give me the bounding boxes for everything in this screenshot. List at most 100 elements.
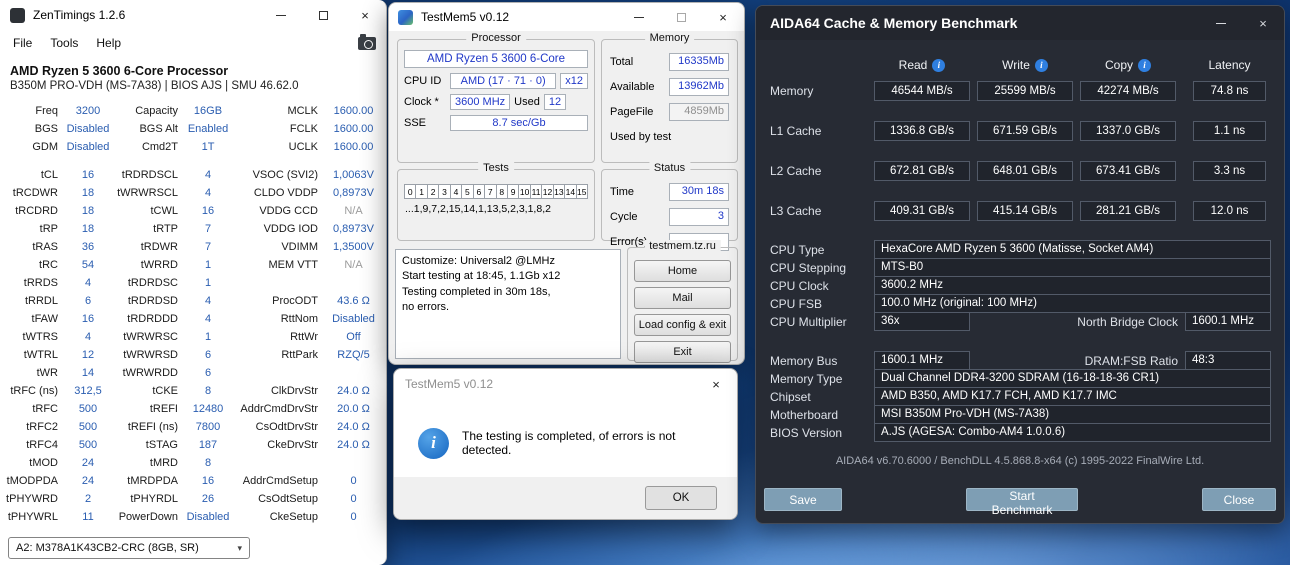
timing-label: tRCDWR	[12, 187, 58, 199]
close-button[interactable]: ×	[702, 3, 744, 31]
dialog-title: TestMem5 v0.12	[405, 377, 494, 391]
memory-rows: Total 16335Mb Available 13962Mb PageFile 4859…	[602, 52, 737, 146]
bench-column-header: Read i	[874, 58, 970, 72]
timing-label: VDDG IOD	[263, 223, 318, 235]
timing-label: Cmd2T	[141, 141, 178, 153]
timings-row: tRFC2 500 tREFI (ns) 7800 CsOdtDrvStr 24.0 Ω	[5, 418, 381, 436]
timing-value: 16	[81, 313, 95, 325]
close-button[interactable]: ×	[344, 0, 386, 30]
menu-file[interactable]: File	[4, 33, 41, 53]
timing-value: 1T	[201, 141, 215, 153]
load-config-exit-button[interactable]: Load config & exit	[634, 314, 731, 336]
menu-tools[interactable]: Tools	[41, 33, 87, 53]
timing-label: tRDRDDD	[127, 313, 178, 325]
timings-row: Freq 3200 Capacity 16GB MCLK 1600.00	[5, 102, 381, 120]
info-icon[interactable]: i	[1034, 58, 1048, 72]
timings-row: tRFC 500 tREFI 12480 AddrCmdDrvStr 20.0 Ω	[5, 400, 381, 418]
minimize-button[interactable]	[1200, 6, 1242, 40]
minimize-icon	[1216, 22, 1226, 24]
dialog-titlebar[interactable]: TestMem5 v0.12 ×	[394, 369, 737, 399]
start-benchmark-button[interactable]: Start Benchmark	[966, 488, 1078, 517]
field-row: Cycle 3	[610, 207, 729, 226]
threads-value: x12	[560, 73, 588, 89]
test-number-cell: 15	[576, 184, 588, 199]
timing-value: 16GB	[193, 105, 223, 117]
timing-value: 24.0 Ω	[337, 421, 370, 433]
test-log[interactable]: Customize: Universal2 @LMHz Start testin…	[395, 249, 621, 359]
zentimings-window: ZenTimings 1.2.6 × File Tools Help AMD R…	[0, 0, 387, 565]
memory-group: Memory Total 16335Mb Available 13962Mb PageF…	[601, 32, 738, 163]
maximize-button[interactable]	[302, 0, 344, 30]
close-button[interactable]: ×	[695, 369, 737, 399]
timing-label: tSTAG	[145, 439, 178, 451]
timing-label: GDM	[32, 141, 58, 153]
testmem5-titlebar[interactable]: TestMem5 v0.12 ×	[389, 3, 744, 31]
bench-value-cell: 1.1 ns	[1193, 121, 1266, 141]
timing-label: tWR	[36, 367, 58, 379]
timings-row: tWR 14 tWRWRDD 6	[5, 364, 381, 382]
close-button[interactable]: ×	[1242, 6, 1284, 40]
zentimings-titlebar[interactable]: ZenTimings 1.2.6 ×	[0, 0, 386, 30]
timing-label: tMOD	[29, 457, 58, 469]
timing-label: tRDRDSD	[127, 295, 178, 307]
tests-sequence: ...1,9,7,2,15,14,1,13,5,2,3,1,8,2	[405, 203, 551, 215]
save-button[interactable]: Save	[764, 488, 842, 511]
sse-value: 8.7 sec/Gb	[450, 115, 588, 131]
ram-selector[interactable]: A2: M378A1K43CB2-CRC (8GB, SR) ▾	[8, 537, 250, 559]
timing-label: tRFC4	[26, 439, 58, 451]
test-number-cell: 4	[450, 184, 463, 199]
info-row-value: MSI B350M Pro-VDH (MS-7A38)	[874, 405, 1271, 424]
info-row-value: 3600.2 MHz	[874, 276, 1271, 295]
menu-help[interactable]: Help	[87, 33, 130, 53]
clock-label: Clock *	[404, 96, 439, 108]
info-icon[interactable]: i	[1138, 58, 1151, 72]
maximize-button[interactable]	[660, 3, 702, 31]
timing-value: Enabled	[187, 123, 229, 135]
minimize-button[interactable]	[618, 3, 660, 31]
info-icon[interactable]: i	[932, 58, 946, 72]
minimize-button[interactable]	[260, 0, 302, 30]
timing-label: tMRD	[149, 457, 178, 469]
aida64-titlebar[interactable]: AIDA64 Cache & Memory Benchmark ×	[756, 6, 1284, 40]
bench-rows: Memory 46544 MB/s 25599 MB/s 42274 MB/s 74.8…	[770, 81, 1271, 221]
maximize-icon	[676, 12, 686, 22]
status-group: Status Time 30m 18s Cycle 3 Error(s)	[601, 162, 738, 251]
timing-label: tRDRDSC	[127, 277, 178, 289]
home-button[interactable]: Home	[634, 260, 731, 282]
timing-label: FCLK	[289, 123, 318, 135]
timings-row: tMODPDA 24 tMRDPDA 16 AddrCmdSetup 0	[5, 472, 381, 490]
bench-value-cell: 25599 MB/s	[977, 81, 1073, 101]
status-group-label: Status	[648, 162, 691, 174]
timing-value: 11	[82, 511, 94, 523]
timing-value: 4	[84, 331, 92, 343]
timing-value: 4	[204, 169, 212, 181]
timing-value: RZQ/5	[337, 349, 370, 361]
timing-value: 20.0 Ω	[337, 403, 370, 415]
timing-value: 4	[204, 187, 212, 199]
used-label: Used	[514, 96, 540, 108]
aida64-title: AIDA64 Cache & Memory Benchmark	[770, 15, 1018, 31]
timing-label: MEM VTT	[268, 259, 319, 271]
close-window-button[interactable]: Close	[1202, 488, 1276, 511]
timings-row: tWTRL 12 tWRWRSD 6 RttPark RZQ/5	[5, 346, 381, 364]
site-group-label: testmem.tz.ru	[644, 240, 721, 252]
exit-button[interactable]: Exit	[634, 341, 731, 363]
bench-value-cell: 1337.0 GB/s	[1080, 121, 1176, 141]
timing-label: tRFC (ns)	[10, 385, 58, 397]
processor-name: AMD Ryzen 5 3600 6-Core	[404, 50, 588, 68]
info-row: CPU Clock 3600.2 MHz	[770, 276, 1271, 295]
timing-value: 4	[84, 277, 92, 289]
bench-value-cell: 415.14 GB/s	[977, 201, 1073, 221]
timing-label: UCLK	[288, 141, 318, 153]
timing-label: CLDO VDDP	[253, 187, 318, 199]
bench-value-cell: 3.3 ns	[1193, 161, 1266, 181]
timing-label: tRDRDSCL	[121, 169, 178, 181]
aida64-window: AIDA64 Cache & Memory Benchmark × Read i W…	[755, 5, 1285, 524]
timing-value: 1600.00	[333, 141, 374, 153]
mail-button[interactable]: Mail	[634, 287, 731, 309]
field-label: Cycle	[610, 210, 638, 223]
timing-label: tWRWRSD	[123, 349, 178, 361]
screenshot-camera-icon[interactable]	[358, 33, 376, 50]
info-row: Chipset AMD B350, AMD K17.7 FCH, AMD K17.…	[770, 387, 1271, 406]
ok-button[interactable]: OK	[645, 486, 717, 510]
